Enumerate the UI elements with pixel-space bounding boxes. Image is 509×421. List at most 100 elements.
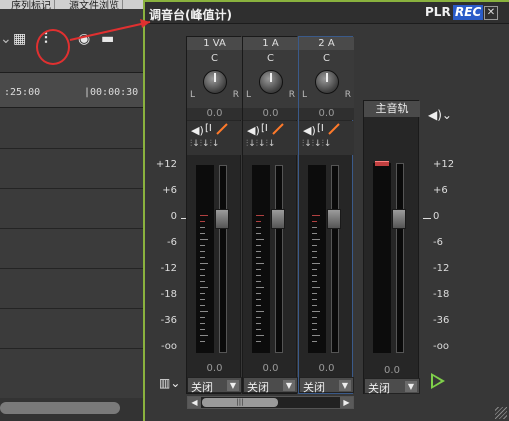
meter-tick — [200, 323, 205, 324]
fader-value[interactable]: 0.0 — [243, 363, 298, 374]
meter-tick — [256, 311, 264, 312]
automation-mode-dropdown[interactable]: 关闭 ▼ — [187, 377, 242, 394]
speaker-menu-icon[interactable]: ◀)⌄ — [428, 108, 452, 122]
tab-source-browser[interactable]: 源文件浏览 — [66, 0, 123, 9]
audio-mixer-window: 调音台(峰值计) PLR REC ✕ +12 +6 0 -6 -12 -18 -36 -oo … — [143, 0, 509, 421]
solo-icon[interactable]: [I — [205, 123, 212, 134]
fader-slot[interactable] — [331, 165, 339, 353]
master-fader-handle[interactable] — [392, 209, 406, 229]
scroll-left-icon[interactable]: ◀ — [188, 397, 201, 408]
master-fader-slot[interactable] — [396, 163, 404, 353]
master-automation-dropdown[interactable]: 关闭 ▼ — [364, 378, 420, 395]
meter-tick — [200, 335, 208, 336]
toolbar-chevron-icon[interactable]: ⌄ — [0, 31, 12, 47]
pan-center-label: C — [267, 53, 274, 64]
volume-fader-handle[interactable] — [271, 209, 285, 229]
channel-strip-1va: 1 VA C L R 0.0 ◀) [I ⫶↓⫶↓⫶↓ 0.0 关闭 ▼ — [186, 36, 242, 394]
channel-name: 2 A — [299, 37, 354, 50]
fader-value[interactable]: 0.0 — [299, 363, 354, 374]
effect-send-icons[interactable]: ⫶↓⫶↓⫶↓ — [302, 139, 331, 149]
meter-tick — [312, 269, 317, 270]
db-tick-label: -6 — [167, 237, 177, 248]
meter-tick — [200, 269, 205, 270]
channel-strip-2a: 2 A C L R 0.0 ◀) [I ⫶↓⫶↓⫶↓ 0.0 关闭 ▼ — [298, 36, 354, 394]
effect-send-icons[interactable]: ⫶↓⫶↓⫶↓ — [246, 139, 275, 149]
chevron-down-icon[interactable]: ▼ — [283, 380, 295, 391]
meter-tick — [312, 329, 317, 330]
meter-tick — [200, 311, 208, 312]
meter-tick — [312, 227, 317, 228]
pan-right-label: R — [288, 90, 295, 100]
pan-value[interactable]: 0.0 — [243, 108, 298, 120]
db-tick-label: -oo — [433, 341, 450, 352]
color-icon[interactable]: ◉ — [78, 31, 90, 47]
pan-knob[interactable] — [259, 70, 283, 94]
speaker-icon[interactable]: ◀) — [247, 124, 260, 137]
grid-icon[interactable]: ▦ — [13, 31, 26, 47]
db-tick-label: +6 — [162, 185, 177, 196]
meter-tick — [200, 299, 205, 300]
meter-tick — [312, 263, 320, 264]
solo-icon[interactable]: [I — [261, 123, 268, 134]
automation-mode-dropdown[interactable]: 关闭 ▼ — [299, 377, 354, 394]
meter-tick — [200, 239, 208, 240]
layout-menu-icon[interactable]: ▬ — [101, 31, 114, 47]
pan-section: C L R — [243, 50, 298, 108]
timeline-tracks[interactable] — [0, 108, 146, 398]
scroll-right-icon[interactable]: ▶ — [340, 397, 353, 408]
fader-value[interactable]: 0.0 — [187, 363, 242, 374]
chevron-down-icon[interactable]: ▼ — [405, 381, 417, 392]
volume-fader-handle[interactable] — [327, 209, 341, 229]
pan-knob[interactable] — [315, 70, 339, 94]
scroll-thumb[interactable]: ||| — [202, 398, 278, 407]
effect-send-icons[interactable]: ⫶↓⫶↓⫶↓ — [190, 139, 219, 149]
pan-knob[interactable] — [203, 70, 227, 94]
track-controls: ◀) [I ⫶↓⫶↓⫶↓ — [187, 121, 242, 155]
master-fader-value[interactable]: 0.0 — [364, 365, 420, 376]
timeline-scrollbar[interactable] — [0, 398, 146, 421]
pan-value[interactable]: 0.0 — [299, 108, 354, 120]
master-peak-indicator — [375, 161, 389, 166]
meter-tick — [200, 263, 208, 264]
meter-tick — [200, 281, 205, 282]
db-tick-label: 0 — [170, 211, 177, 222]
pan-value[interactable]: 0.0 — [187, 108, 242, 120]
chevron-down-icon[interactable]: ▼ — [339, 380, 351, 391]
speaker-icon[interactable]: ◀) — [191, 124, 204, 137]
record-arm-icon[interactable] — [215, 123, 229, 135]
record-arm-icon[interactable] — [327, 123, 341, 135]
meter-menu-icon[interactable]: ▥⌄ — [159, 376, 180, 390]
play-icon[interactable] — [431, 373, 445, 389]
mixer-title-bar[interactable]: 调音台(峰值计) PLR REC ✕ — [145, 2, 509, 24]
meter-tick — [200, 221, 205, 222]
meter-tick — [256, 239, 264, 240]
automation-mode-dropdown[interactable]: 关闭 ▼ — [243, 377, 298, 394]
volume-fader-handle[interactable] — [215, 209, 229, 229]
close-icon[interactable]: ✕ — [484, 6, 498, 20]
tab-sequence-markers[interactable]: 序列标记 — [8, 0, 55, 9]
meter-tick — [200, 305, 205, 306]
automation-mode-label: 关闭 — [368, 382, 390, 395]
rec-button[interactable]: REC — [453, 5, 484, 20]
meter-tick — [312, 341, 317, 342]
master-track-name: 主音轨 — [364, 101, 420, 117]
meter-tick — [312, 287, 320, 288]
solo-icon[interactable]: [I — [317, 123, 324, 134]
fader-slot[interactable] — [275, 165, 283, 353]
meter-tick — [200, 227, 205, 228]
meter-tick — [256, 287, 264, 288]
speaker-icon[interactable]: ◀) — [303, 124, 316, 137]
chevron-down-icon[interactable]: ▼ — [227, 380, 239, 391]
timeline-scroll-thumb[interactable] — [0, 402, 120, 414]
fader-slot[interactable] — [219, 165, 227, 353]
pan-left-label: L — [302, 90, 308, 100]
meter-tick — [200, 317, 205, 318]
db-tick-label: 0 — [433, 211, 440, 222]
resize-grip-icon[interactable] — [495, 407, 507, 419]
mixer-horizontal-scrollbar[interactable]: ◀ ||| ▶ — [187, 396, 354, 409]
zero-db-marker — [423, 218, 431, 219]
record-arm-icon[interactable] — [271, 123, 285, 135]
timeline-ruler[interactable]: :25:00 |00:00:30 — [0, 72, 146, 108]
meter-tick — [200, 341, 205, 342]
meter-tick — [312, 221, 317, 222]
